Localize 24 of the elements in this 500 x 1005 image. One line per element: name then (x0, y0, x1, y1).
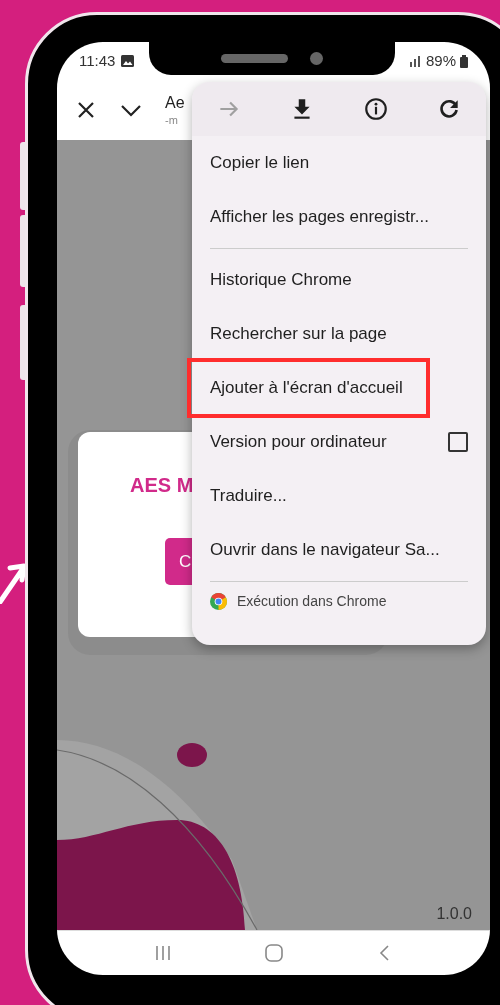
menu-item[interactable]: Rechercher sur la page (192, 307, 486, 361)
page-url: -m (165, 113, 179, 127)
arrow-icon (0, 562, 28, 604)
info-icon[interactable] (362, 96, 389, 122)
menu-item[interactable]: Ouvrir dans le navigateur Sa... (192, 523, 486, 577)
menu-footer: Exécution dans Chrome (237, 590, 387, 612)
menu-item[interactable]: Copier le lien (192, 136, 486, 190)
battery-icon (460, 54, 468, 68)
menu-item[interactable]: Historique Chrome (192, 253, 486, 307)
menu-item[interactable]: Ajouter à l'écran d'accueil (192, 361, 486, 415)
menu-item[interactable]: Afficher les pages enregistr... (192, 190, 486, 244)
battery-percent: 89% (425, 50, 456, 71)
menu-item[interactable]: Version pour ordinateur (192, 415, 486, 469)
page-title: Ae (165, 93, 185, 113)
version-label: 1.0.0 (436, 904, 472, 924)
status-time: 11:43 (79, 50, 116, 71)
home-icon[interactable] (263, 944, 284, 962)
speaker-grille (221, 54, 288, 63)
camera-lens (310, 52, 323, 65)
chrome-logo-icon (210, 592, 227, 610)
image-icon (121, 55, 135, 67)
checkbox[interactable] (448, 432, 468, 452)
card-title: AES M (130, 473, 194, 498)
menu-item[interactable]: Traduire... (192, 469, 486, 523)
